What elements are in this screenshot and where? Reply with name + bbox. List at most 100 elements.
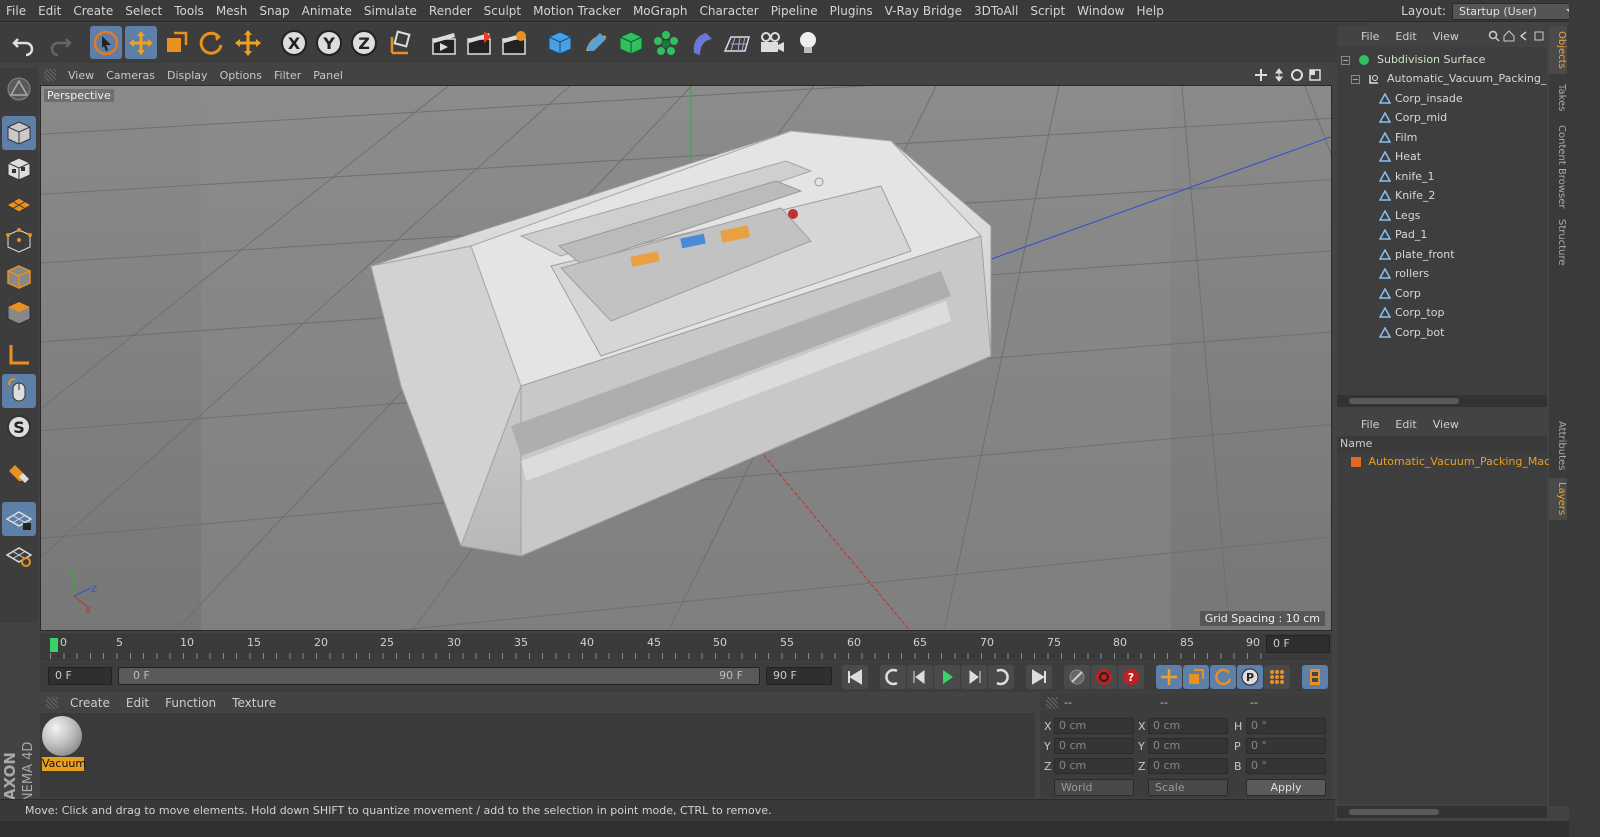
menu-select[interactable]: Select xyxy=(119,0,168,22)
cube-primitive-button[interactable] xyxy=(544,26,576,59)
camera-object-button[interactable] xyxy=(756,26,788,59)
solo-button[interactable]: S xyxy=(2,410,36,444)
make-editable-button[interactable] xyxy=(2,72,36,106)
points-mode-button[interactable] xyxy=(2,224,36,258)
layer-row[interactable]: Automatic_Vacuum_Packing_Machine xyxy=(1337,452,1574,471)
move-tool-button[interactable] xyxy=(125,26,157,59)
size-mode-dropdown[interactable]: Scale xyxy=(1148,779,1228,796)
y-axis-lock-button[interactable]: Y xyxy=(313,26,345,59)
x-axis-lock-button[interactable]: X xyxy=(278,26,310,59)
rotation-key-button[interactable] xyxy=(1210,665,1236,689)
mograph-cloner-button[interactable] xyxy=(650,26,682,59)
model-mode-button[interactable] xyxy=(2,116,36,150)
menu-render[interactable]: Render xyxy=(423,0,478,22)
apply-button[interactable]: Apply xyxy=(1246,779,1326,796)
menu-create[interactable]: Create xyxy=(67,0,119,22)
layer-manager-scrollbar[interactable] xyxy=(1337,806,1547,818)
material-menu-texture[interactable]: Texture xyxy=(224,696,284,710)
object-row[interactable]: Corp_insade xyxy=(1337,89,1547,108)
timeline-window-button[interactable] xyxy=(1302,665,1328,689)
edges-mode-button[interactable] xyxy=(2,260,36,294)
layout-dropdown[interactable]: Startup (User) xyxy=(1452,2,1580,20)
previous-key-button[interactable] xyxy=(880,665,906,689)
scrollbar-thumb[interactable] xyxy=(1349,809,1439,815)
objects-menu-view[interactable]: View xyxy=(1425,30,1467,43)
object-row[interactable]: Heat xyxy=(1337,147,1547,166)
render-settings-button[interactable] xyxy=(498,26,530,59)
object-row-root[interactable]: − Subdivision Surface xyxy=(1337,50,1547,69)
pos-y-field[interactable]: 0 cm xyxy=(1054,738,1134,754)
objects-menu-edit[interactable]: Edit xyxy=(1387,30,1424,43)
preview-range-slider[interactable]: 0 F 90 F xyxy=(118,667,760,685)
perspective-viewport[interactable]: Y X Z Perspective Grid Spacing : 10 cm xyxy=(40,85,1332,631)
material-swatch[interactable]: Vacuum xyxy=(42,716,86,774)
end-frame-field[interactable]: 90 F xyxy=(766,667,832,685)
new-window-icon[interactable] xyxy=(1533,30,1545,42)
object-row[interactable]: Corp_bot xyxy=(1337,323,1547,342)
lock-workplane-button[interactable] xyxy=(2,502,36,536)
pos-x-field[interactable]: 0 cm xyxy=(1054,718,1134,734)
menu-plugins[interactable]: Plugins xyxy=(824,0,879,22)
menu-file[interactable]: File xyxy=(0,0,32,22)
material-menu-function[interactable]: Function xyxy=(157,696,224,710)
menu-tools[interactable]: Tools xyxy=(168,0,210,22)
object-row[interactable]: knife_1 xyxy=(1337,167,1547,186)
object-manager-scrollbar[interactable] xyxy=(1337,395,1547,407)
home-icon[interactable] xyxy=(1503,30,1515,42)
object-row[interactable]: Corp xyxy=(1337,284,1547,303)
deformer-button[interactable] xyxy=(686,26,718,59)
menu-mograph[interactable]: MoGraph xyxy=(627,0,694,22)
planar-workplane-button[interactable] xyxy=(2,538,36,572)
next-frame-button[interactable] xyxy=(961,665,987,689)
material-menu-create[interactable]: Create xyxy=(62,696,118,710)
viewport-orbit-icon[interactable] xyxy=(1290,68,1304,82)
object-row[interactable]: plate_front xyxy=(1337,245,1547,264)
start-frame-field[interactable]: 0 F xyxy=(48,667,112,685)
menu-pipeline[interactable]: Pipeline xyxy=(765,0,824,22)
tab-attributes[interactable]: Attributes xyxy=(1549,418,1567,474)
objects-menu-file[interactable]: File xyxy=(1353,30,1387,43)
tab-objects[interactable]: Objects xyxy=(1549,26,1567,74)
go-to-start-button[interactable] xyxy=(842,665,868,689)
tab-structure[interactable]: Structure xyxy=(1549,216,1567,268)
layers-menu-view[interactable]: View xyxy=(1425,418,1467,431)
object-row[interactable]: Knife_2 xyxy=(1337,186,1547,205)
search-icon[interactable] xyxy=(1488,30,1500,42)
render-view-button[interactable] xyxy=(428,26,460,59)
viewport-maximize-icon[interactable] xyxy=(1308,68,1322,82)
menu-script[interactable]: Script xyxy=(1024,0,1071,22)
coordinate-mode-dropdown[interactable]: World xyxy=(1054,779,1134,796)
pen-spline-button[interactable] xyxy=(580,26,612,59)
record-active-objects-button[interactable] xyxy=(1064,665,1090,689)
size-y-field[interactable]: 0 cm xyxy=(1148,738,1228,754)
autokeying-button[interactable] xyxy=(1091,665,1117,689)
tab-layers[interactable]: Layers xyxy=(1549,478,1567,520)
viewport-menu-options[interactable]: Options xyxy=(214,69,268,82)
timeline-ruler[interactable]: 0 5 10 15 20 25 30 35 40 45 50 55 60 65 … xyxy=(40,633,1332,661)
layers-menu-edit[interactable]: Edit xyxy=(1387,418,1424,431)
coordinate-system-button[interactable] xyxy=(384,26,416,59)
tab-content-browser[interactable]: Content Browser xyxy=(1549,122,1567,212)
viewport-menu-view[interactable]: View xyxy=(62,69,100,82)
menu-vray-bridge[interactable]: V-Ray Bridge xyxy=(879,0,968,22)
menu-window[interactable]: Window xyxy=(1071,0,1130,22)
viewport-menu-panel[interactable]: Panel xyxy=(307,69,349,82)
floor-object-button[interactable] xyxy=(721,26,753,59)
object-row[interactable]: Corp_mid xyxy=(1337,108,1547,127)
object-row-group[interactable]: − Automatic_Vacuum_Packing_Machine xyxy=(1337,69,1547,88)
snap-button[interactable] xyxy=(2,458,36,492)
menu-character[interactable]: Character xyxy=(693,0,764,22)
keyframe-selection-button[interactable]: ? xyxy=(1118,665,1144,689)
axis-mode-button[interactable] xyxy=(2,338,36,372)
subdivision-button[interactable] xyxy=(615,26,647,59)
menu-sculpt[interactable]: Sculpt xyxy=(478,0,527,22)
pos-z-field[interactable]: 0 cm xyxy=(1054,758,1134,774)
scale-tool-button[interactable] xyxy=(160,26,192,59)
back-icon[interactable] xyxy=(1518,30,1530,42)
object-row[interactable]: Pad_1 xyxy=(1337,225,1547,244)
viewport-zoom-icon[interactable] xyxy=(1272,68,1286,82)
undo-button[interactable] xyxy=(8,26,40,59)
tweak-mode-button[interactable] xyxy=(2,374,36,408)
rot-p-field[interactable]: 0 ° xyxy=(1246,738,1326,754)
scale-key-button[interactable] xyxy=(1183,665,1209,689)
